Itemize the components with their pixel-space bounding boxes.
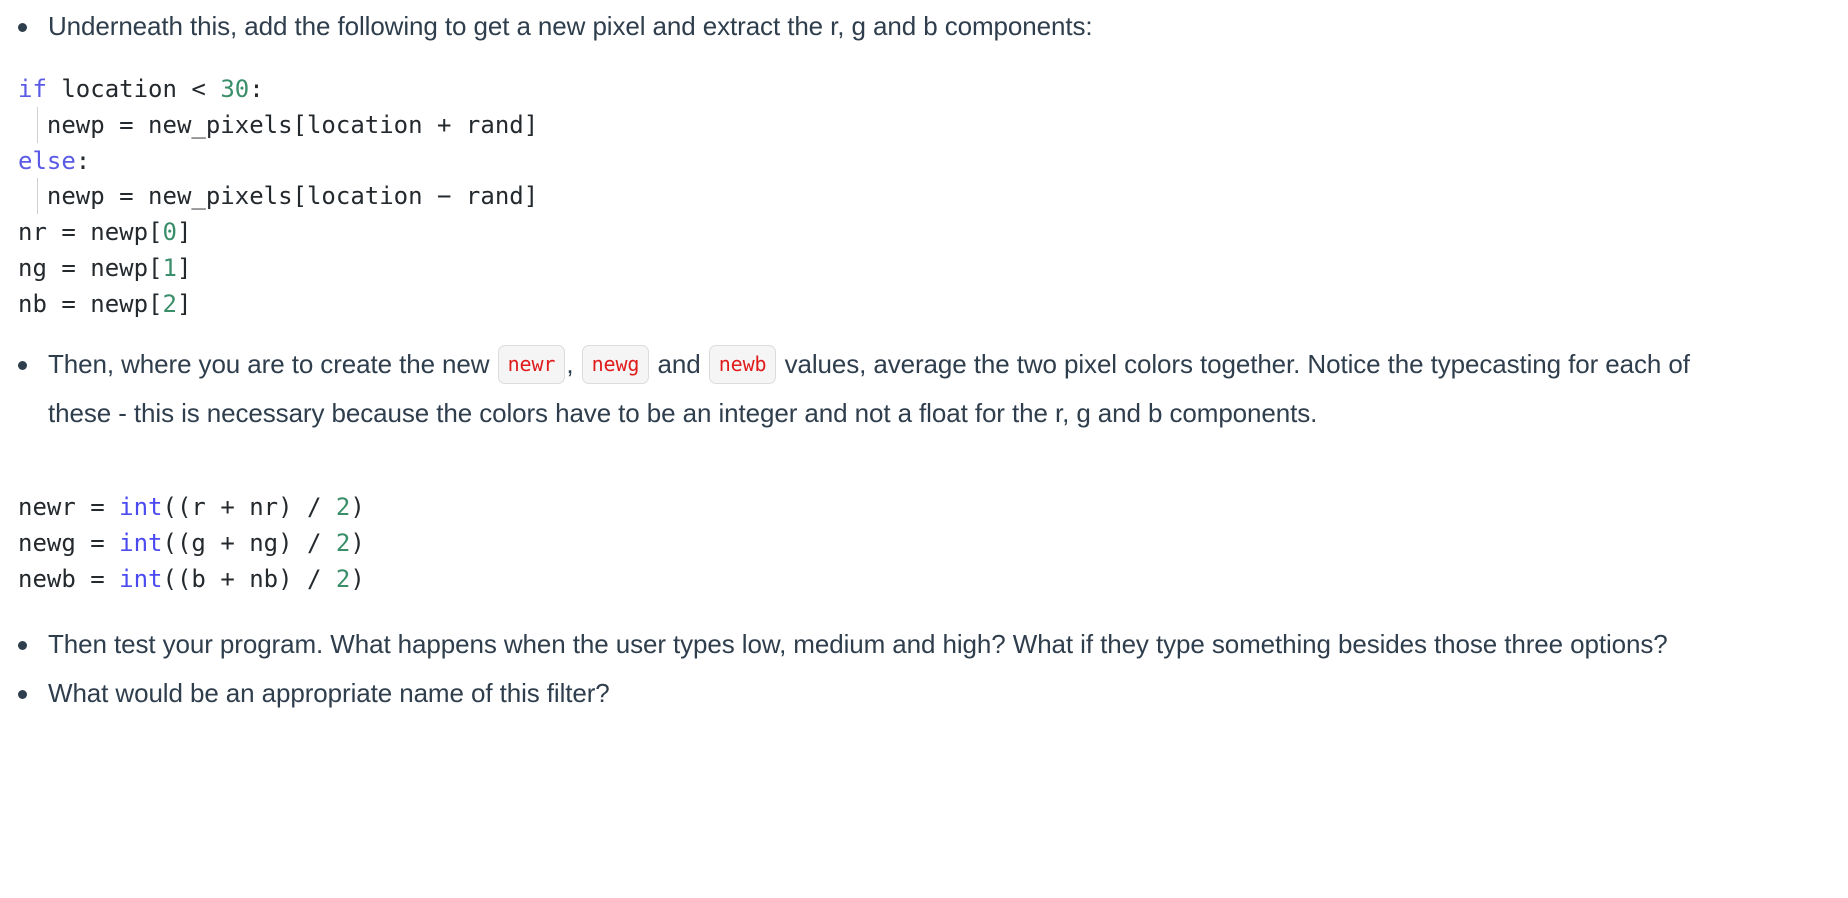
inline-code-newb: newb <box>708 345 777 384</box>
code-token: 2 <box>335 564 351 593</box>
code-token: 2 <box>335 528 351 557</box>
code-line: ng = newp[1] <box>18 251 538 287</box>
code-line: nb = newp[2] <box>18 287 538 323</box>
code-token: else <box>18 146 76 175</box>
bullet-average-text: Then, where you are to create the new ne… <box>48 340 1708 438</box>
code-token: 0 <box>162 218 177 247</box>
bullet-dot-icon <box>18 690 27 699</box>
code-token: 1 <box>162 253 177 282</box>
code-token: ) <box>350 493 365 521</box>
code-line: if location < 30: <box>18 72 538 108</box>
code-token: newp = new_pixels[location <box>18 182 438 211</box>
bullet-filter-name-text: What would be an appropriate name of thi… <box>48 678 610 708</box>
code-token: < <box>191 75 221 103</box>
code-token: ] <box>176 253 192 282</box>
code-token: ] <box>176 289 192 318</box>
bullet-list-questions: Then test your program. What happens whe… <box>0 620 1668 718</box>
bullet-list-intro: Underneath this, add the following to ge… <box>0 2 1093 51</box>
inline-code-newr: newr <box>497 345 566 384</box>
code-token: newg = <box>18 528 120 557</box>
code-token: − <box>437 182 452 211</box>
code-line: nr = newp[0] <box>18 215 538 251</box>
code-token: newp = new_pixels[location + rand] <box>18 110 539 139</box>
code-token: ) <box>350 564 365 593</box>
code-block-average-colors: newr = int((r + nr) / 2) newg = int((g + … <box>18 490 365 597</box>
code-token: : <box>249 75 264 103</box>
bullet-dot-icon <box>18 641 27 650</box>
code-line: newr = int((r + nr) / 2) <box>18 490 365 526</box>
bullet-average-and: and <box>650 349 708 379</box>
bullet-test-program-text: Then test your program. What happens whe… <box>48 629 1668 659</box>
code-token: ] <box>176 218 192 247</box>
list-item-filter-name: What would be an appropriate name of thi… <box>0 669 1668 718</box>
list-item-average: Then, where you are to create the new ne… <box>0 340 1708 438</box>
code-token: ((g + ng) / <box>162 528 336 557</box>
code-block-get-new-pixel: if location < 30: newp = new_pixels[loca… <box>18 72 538 323</box>
tutorial-page: Underneath this, add the following to ge… <box>0 0 1848 898</box>
code-line: else: <box>18 144 538 180</box>
code-token: int <box>119 564 163 593</box>
bullet-dot-icon <box>18 361 27 370</box>
code-token: newb = <box>18 564 120 593</box>
code-token: ) <box>350 528 365 557</box>
code-token: 30 <box>220 75 250 103</box>
code-token: nb = newp[ <box>18 289 163 318</box>
bullet-list-average: Then, where you are to create the new ne… <box>0 340 1708 438</box>
code-line: newg = int((g + ng) / 2) <box>18 526 365 562</box>
bullet-dot-icon <box>18 23 27 32</box>
bullet-average-lead: Then, where you are to create the new <box>48 349 497 379</box>
code-token: int <box>119 493 163 521</box>
bullet-average-comma: , <box>566 349 574 379</box>
code-token: if <box>18 75 47 103</box>
list-item-test-program: Then test your program. What happens whe… <box>0 620 1668 669</box>
bullet-intro-text: Underneath this, add the following to ge… <box>48 11 1093 41</box>
code-token: location <box>46 75 192 103</box>
code-token: ((r + nr) / <box>162 493 336 521</box>
code-token: 2 <box>335 493 351 521</box>
code-token: newr = <box>18 493 120 521</box>
inline-code-newg: newg <box>581 345 650 384</box>
code-line: newp = new_pixels[location − rand] <box>18 178 539 215</box>
code-line: newb = int((b + nb) / 2) <box>18 562 365 598</box>
code-line: newp = new_pixels[location + rand] <box>18 106 539 144</box>
code-token: rand] <box>451 182 539 211</box>
code-token: : <box>75 146 91 175</box>
code-token: nr = newp[ <box>18 218 163 247</box>
list-item-intro: Underneath this, add the following to ge… <box>0 2 1093 51</box>
code-token: ((b + nb) / <box>162 564 336 593</box>
code-token: 2 <box>162 289 177 318</box>
code-token: int <box>119 528 163 557</box>
code-token: ng = newp[ <box>18 253 163 282</box>
